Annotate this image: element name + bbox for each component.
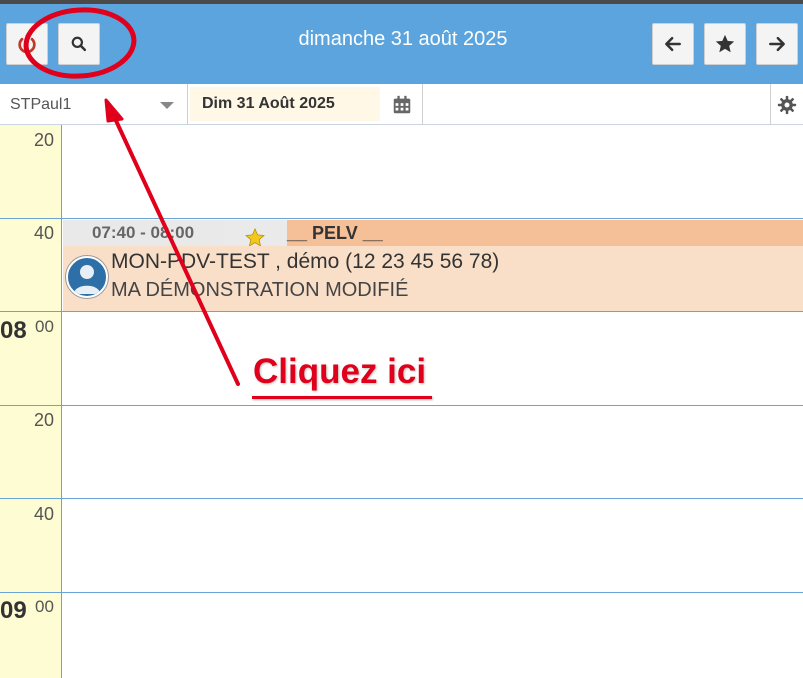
time-label-hour: 09 [0,597,27,624]
time-label-minute: 20 [34,130,55,150]
annotation-text: Cliquez ici [253,352,427,391]
slot-divider [0,311,803,312]
toolbar: STPaul1 Dim 31 Août 2025 [0,84,803,125]
client-name: MON-PDV-TEST [111,250,270,273]
settings-button[interactable] [770,84,803,125]
next-day-button[interactable] [756,23,798,65]
search-icon [71,36,87,52]
appointment-client: MON-PDV-TEST , démo (12 23 45 56 78) [111,250,499,274]
star-icon [715,34,735,53]
page-title: dimanche 31 août 2025 [298,28,508,50]
slot-divider [0,498,803,499]
client-details: , démo (12 23 45 56 78) [269,250,500,273]
star-icon [245,228,265,246]
favorite-button[interactable] [704,23,746,65]
gear-icon [777,95,797,114]
appointment-type: __ PELV __ [287,223,383,243]
time-label-minute: 40 [34,223,55,243]
arrow-right-icon [769,36,785,52]
agenda-select-value: STPaul1 [10,95,72,113]
avatar [66,256,108,298]
previous-day-button[interactable] [652,23,694,65]
time-label-minute: 40 [34,504,55,524]
slot-divider [0,592,803,593]
appointment-card[interactable]: 07:40 - 08:00 __ PELV __ MON-PDV-TEST , … [63,220,803,311]
calendar-icon [393,95,411,113]
time-column [0,125,62,678]
power-icon [18,34,36,54]
time-label-minute: 00 [35,597,54,616]
slot-divider [0,218,803,219]
user-icon [74,265,100,294]
appointment-star-cell [223,220,287,246]
agenda-select[interactable]: STPaul1 [0,84,188,125]
date-field-value: Dim 31 Août 2025 [202,95,335,112]
calendar-button[interactable] [382,84,423,125]
appointment-description: MA DÉMONSTRATION MODIFIÉ [111,279,409,301]
chevron-down-icon [160,102,174,109]
time-label-hour: 08 [0,317,27,344]
search-button[interactable] [58,23,100,65]
appointment-time: 07:40 - 08:00 [63,220,223,246]
app-header: dimanche 31 août 2025 [0,4,803,84]
arrow-left-icon [665,36,681,52]
power-button[interactable] [6,23,48,65]
date-field[interactable]: Dim 31 Août 2025 [190,87,380,121]
time-label-minute: 20 [34,410,55,430]
slot-divider [0,405,803,406]
time-label-minute: 00 [35,317,54,336]
annotation-underline [252,396,432,399]
